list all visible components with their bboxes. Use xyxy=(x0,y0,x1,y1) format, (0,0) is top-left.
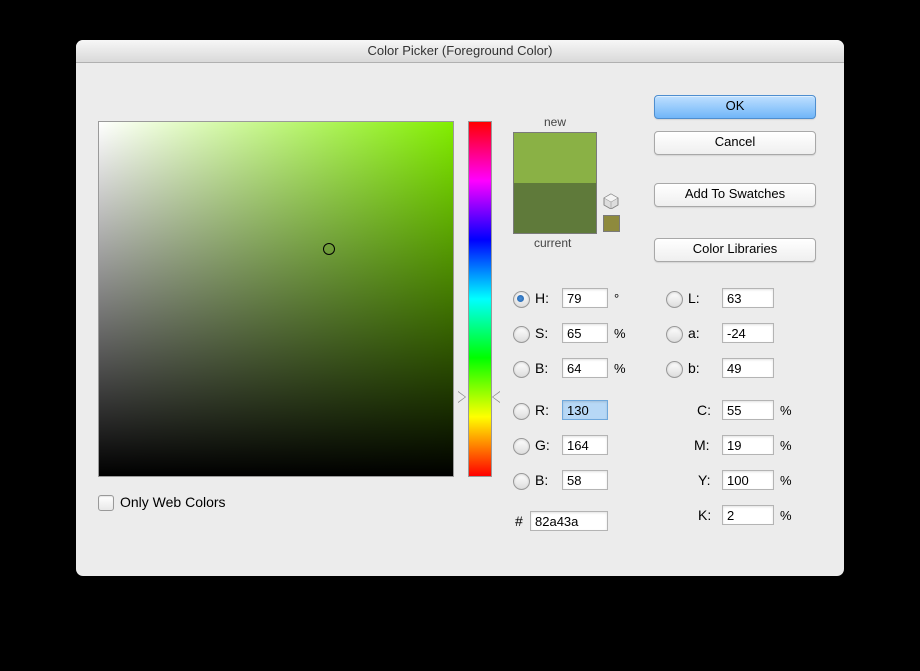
hue-slider-thumb-left[interactable] xyxy=(458,391,466,403)
ok-button[interactable]: OK xyxy=(654,95,816,119)
input-r[interactable] xyxy=(562,400,608,420)
input-k[interactable] xyxy=(722,505,774,525)
input-m[interactable] xyxy=(722,435,774,455)
color-field-cursor[interactable] xyxy=(323,243,335,255)
radio-l[interactable] xyxy=(666,291,683,308)
label-s: S: xyxy=(535,325,548,341)
unit-y: % xyxy=(780,473,792,488)
input-a[interactable] xyxy=(722,323,774,343)
radio-b-lab[interactable] xyxy=(666,361,683,378)
radio-s[interactable] xyxy=(513,326,530,343)
preview-current-label: current xyxy=(534,236,571,250)
input-y[interactable] xyxy=(722,470,774,490)
label-a: a: xyxy=(688,325,700,341)
input-hex[interactable] xyxy=(530,511,608,531)
add-to-swatches-button[interactable]: Add To Swatches xyxy=(654,183,816,207)
input-b-lab[interactable] xyxy=(722,358,774,378)
unit-m: % xyxy=(780,438,792,453)
label-m: M: xyxy=(694,437,710,453)
gamut-swatch-icon[interactable] xyxy=(603,215,620,232)
label-l: L: xyxy=(688,290,700,306)
input-s[interactable] xyxy=(562,323,608,343)
input-b-hsb[interactable] xyxy=(562,358,608,378)
unit-h: ° xyxy=(614,291,619,306)
unit-c: % xyxy=(780,403,792,418)
radio-g[interactable] xyxy=(513,438,530,455)
preview-new-label: new xyxy=(544,115,566,129)
radio-b-rgb[interactable] xyxy=(513,473,530,490)
only-web-colors-checkbox[interactable] xyxy=(98,495,114,511)
only-web-colors-label: Only Web Colors xyxy=(120,494,226,510)
preview-current-color[interactable] xyxy=(514,183,596,233)
preview-new-color xyxy=(514,133,596,183)
hue-slider-thumb-right[interactable] xyxy=(492,391,500,403)
label-c: C: xyxy=(697,402,711,418)
unit-k: % xyxy=(780,508,792,523)
input-h[interactable] xyxy=(562,288,608,308)
label-b-rgb: B: xyxy=(535,472,548,488)
label-y: Y: xyxy=(698,472,710,488)
radio-r[interactable] xyxy=(513,403,530,420)
color-picker-window: Color Picker (Foreground Color) new curr… xyxy=(76,40,844,576)
label-b-hsb: B: xyxy=(535,360,548,376)
radio-a[interactable] xyxy=(666,326,683,343)
input-l[interactable] xyxy=(722,288,774,308)
label-r: R: xyxy=(535,402,549,418)
unit-b-hsb: % xyxy=(614,361,626,376)
color-preview xyxy=(513,132,597,234)
hue-slider[interactable] xyxy=(468,121,492,477)
input-c[interactable] xyxy=(722,400,774,420)
gamut-warning-icon[interactable] xyxy=(603,193,619,209)
color-field[interactable] xyxy=(98,121,454,477)
radio-h[interactable] xyxy=(513,291,530,308)
label-h: H: xyxy=(535,290,549,306)
label-k: K: xyxy=(698,507,711,523)
unit-s: % xyxy=(614,326,626,341)
radio-b-hsb[interactable] xyxy=(513,361,530,378)
label-b-lab: b: xyxy=(688,360,700,376)
color-libraries-button[interactable]: Color Libraries xyxy=(654,238,816,262)
label-g: G: xyxy=(535,437,550,453)
window-content: new current OK Cancel Add To Swatches Co… xyxy=(76,63,844,576)
cancel-button[interactable]: Cancel xyxy=(654,131,816,155)
window-title: Color Picker (Foreground Color) xyxy=(76,40,844,63)
input-b-rgb[interactable] xyxy=(562,470,608,490)
label-hex: # xyxy=(515,513,523,529)
input-g[interactable] xyxy=(562,435,608,455)
